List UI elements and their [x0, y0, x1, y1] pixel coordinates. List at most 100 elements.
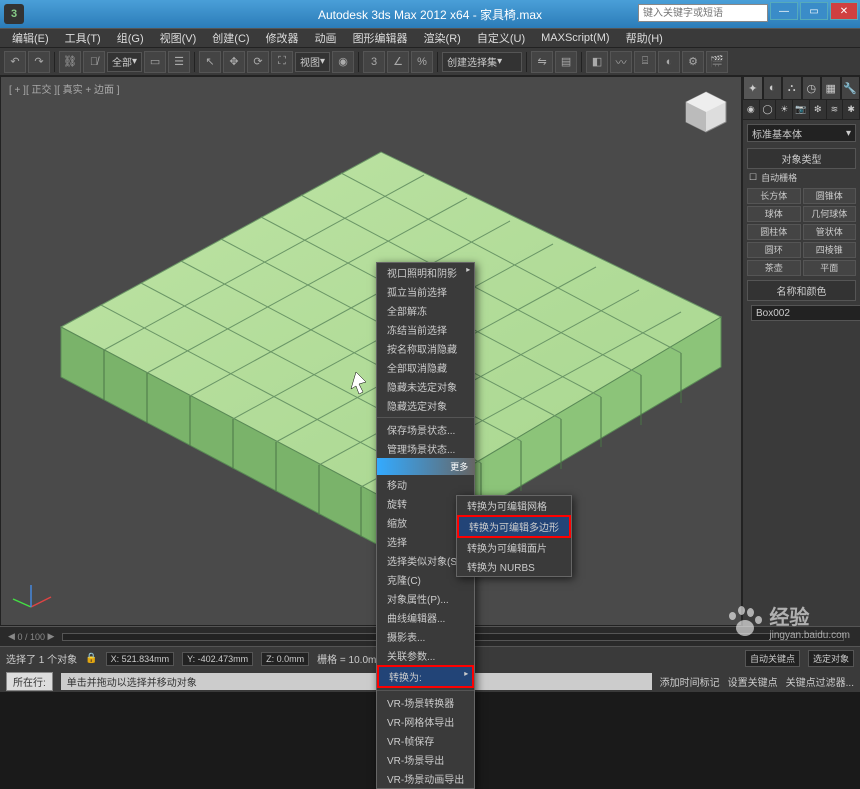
layer-button[interactable]: ◧ [586, 51, 608, 73]
ctx-freeze-sel[interactable]: 冻结当前选择 [377, 320, 474, 339]
subtab-space[interactable]: ≋ [827, 100, 844, 119]
subtab-shapes[interactable]: ◯ [760, 100, 777, 119]
select-name-button[interactable]: ☰ [168, 51, 190, 73]
menu-help[interactable]: 帮助(H) [618, 30, 671, 46]
snap-button[interactable]: 3 [363, 51, 385, 73]
coord-y[interactable]: Y: -402.473mm [182, 652, 253, 666]
rotate-button[interactable]: ⟳ [247, 51, 269, 73]
menu-views[interactable]: 视图(V) [152, 30, 205, 46]
tab-modify[interactable]: ◐ [763, 76, 783, 100]
ctx-viewport-lighting[interactable]: 视口照明和阴影 [377, 263, 474, 282]
ref-coord-dropdown[interactable]: 视图 ▾ [295, 52, 330, 72]
menu-maxscript[interactable]: MAXScript(M) [533, 32, 617, 44]
ctx-convert-to[interactable]: 转换为: [379, 667, 472, 686]
menu-customize[interactable]: 自定义(U) [469, 30, 533, 46]
subtab-cameras[interactable]: 📷 [793, 100, 810, 119]
menu-render[interactable]: 渲染(R) [416, 30, 469, 46]
render-button[interactable]: 🎬 [706, 51, 728, 73]
ctx-vray-scene-converter[interactable]: VR-场景转换器 [377, 693, 474, 712]
link-button[interactable]: ⛓ [59, 51, 81, 73]
ctx-isolate[interactable]: 孤立当前选择 [377, 282, 474, 301]
prim-cone[interactable]: 圆锥体 [803, 188, 857, 204]
schematic-button[interactable]: ⌸ [634, 51, 656, 73]
pivot-button[interactable]: ◉ [332, 51, 354, 73]
help-search-input[interactable] [639, 5, 767, 21]
undo-button[interactable]: ↶ [4, 51, 26, 73]
prim-teapot[interactable]: 茶壶 [747, 260, 801, 276]
subtab-systems[interactable]: ✱ [843, 100, 860, 119]
tab-utilities[interactable]: 🔧 [841, 76, 860, 100]
menu-tools[interactable]: 工具(T) [57, 30, 109, 46]
ctx-to-editable-poly[interactable]: 转换为可编辑多边形 [459, 517, 569, 536]
viewport-label[interactable]: [ + ][ 正交 ][ 真实 + 边面 ] [9, 81, 120, 96]
menu-edit[interactable]: 编辑(E) [4, 30, 57, 46]
redo-button[interactable]: ↷ [28, 51, 50, 73]
rollout-object-type[interactable]: 对象类型 [747, 148, 856, 169]
geometry-category[interactable]: 标准基本体▾ [747, 124, 856, 142]
ctx-dope-sheet[interactable]: 摄影表... [377, 627, 474, 646]
menu-create[interactable]: 创建(C) [204, 30, 257, 46]
ctx-hide-unsel[interactable]: 隐藏未选定对象 [377, 377, 474, 396]
percent-snap-button[interactable]: % [411, 51, 433, 73]
subtab-lights[interactable]: ☀ [776, 100, 793, 119]
add-time-tag[interactable]: 添加时间标记 [660, 674, 720, 689]
ctx-unhide-all[interactable]: 全部取消隐藏 [377, 358, 474, 377]
ctx-vray-anim-export[interactable]: VR-场景动画导出 [377, 769, 474, 788]
named-selection[interactable]: 创建选择集 ▾ [442, 52, 522, 72]
render-setup-button[interactable]: ⚙ [682, 51, 704, 73]
ctx-to-editable-mesh[interactable]: 转换为可编辑网格 [457, 496, 571, 515]
ctx-hide-sel[interactable]: 隐藏选定对象 [377, 396, 474, 415]
rollout-name-color[interactable]: 名称和颜色 [747, 280, 856, 301]
minimize-button[interactable]: — [770, 2, 798, 20]
menu-graph[interactable]: 图形编辑器 [345, 30, 416, 46]
curve-editor-button[interactable]: 〰 [610, 51, 632, 73]
align-button[interactable]: ▤ [555, 51, 577, 73]
tab-motion[interactable]: ◷ [802, 76, 822, 100]
ctx-unhide-name[interactable]: 按名称取消隐藏 [377, 339, 474, 358]
ctx-save-scene-state[interactable]: 保存场景状态... [377, 420, 474, 439]
prim-box[interactable]: 长方体 [747, 188, 801, 204]
viewport[interactable] [1, 77, 741, 625]
select-object-button[interactable]: ↖ [199, 51, 221, 73]
angle-snap-button[interactable]: ∠ [387, 51, 409, 73]
material-editor-button[interactable]: ◐ [658, 51, 680, 73]
selected-object-filter[interactable]: 选定对象 [808, 650, 854, 667]
box-object[interactable] [1, 77, 741, 625]
prim-geosphere[interactable]: 几何球体 [803, 206, 857, 222]
tab-create[interactable]: ✦ [743, 76, 763, 100]
ctx-vray-frame-save[interactable]: VR-帧保存 [377, 731, 474, 750]
ctx-manage-scene-state[interactable]: 管理场景状态... [377, 439, 474, 458]
mirror-button[interactable]: ⇋ [531, 51, 553, 73]
ctx-wire-params[interactable]: 关联参数... [377, 646, 474, 665]
coord-x[interactable]: X: 521.834mm [106, 652, 175, 666]
menu-modifiers[interactable]: 修改器 [258, 30, 307, 46]
selection-filter[interactable]: 全部 ▾ [107, 52, 142, 72]
autokey-button[interactable]: 自动关键点 [745, 650, 800, 667]
menu-group[interactable]: 组(G) [109, 30, 152, 46]
viewcube[interactable] [681, 87, 731, 137]
prim-plane[interactable]: 平面 [803, 260, 857, 276]
prim-cylinder[interactable]: 圆柱体 [747, 224, 801, 240]
keyfilter-button[interactable]: 关键点过滤器... [786, 674, 854, 689]
ctx-vray-scene-export[interactable]: VR-场景导出 [377, 750, 474, 769]
prim-torus[interactable]: 圆环 [747, 242, 801, 258]
maximize-button[interactable]: ▭ [800, 2, 828, 20]
coord-z[interactable]: Z: 0.0mm [261, 652, 309, 666]
ctx-to-editable-patch[interactable]: 转换为可编辑面片 [457, 538, 571, 557]
ctx-properties[interactable]: 对象属性(P)... [377, 589, 474, 608]
object-name-input[interactable] [751, 305, 860, 321]
subtab-helpers[interactable]: ❇ [810, 100, 827, 119]
ctx-move[interactable]: 移动 [377, 475, 474, 494]
unlink-button[interactable]: ⛓̸ [83, 51, 105, 73]
prim-pyramid[interactable]: 四棱锥 [803, 242, 857, 258]
move-button[interactable]: ✥ [223, 51, 245, 73]
tab-hierarchy[interactable]: ⛬ [782, 76, 802, 100]
close-button[interactable]: ✕ [830, 2, 858, 20]
ctx-unfreeze-all[interactable]: 全部解冻 [377, 301, 474, 320]
scale-button[interactable]: ⛶ [271, 51, 293, 73]
autogrid-checkbox[interactable]: ☐自动栅格 [747, 169, 856, 186]
subtab-geometry[interactable]: ◉ [743, 100, 760, 119]
prim-tube[interactable]: 管状体 [803, 224, 857, 240]
tab-display[interactable]: ▦ [821, 76, 841, 100]
select-button[interactable]: ▭ [144, 51, 166, 73]
